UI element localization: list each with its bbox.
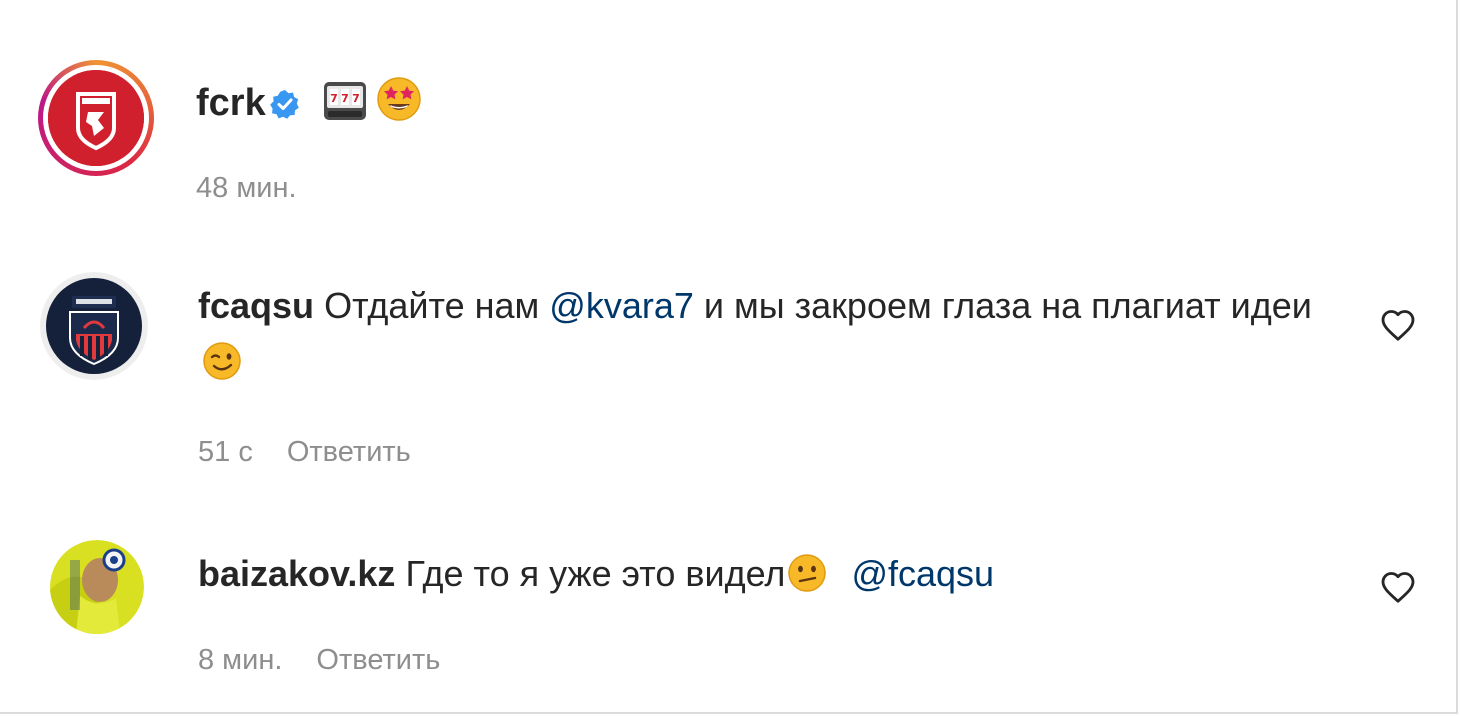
mention-link[interactable]: @fcaqsu [851,553,994,594]
caption-username[interactable]: fcrk [196,82,266,124]
star-struck-emoji [376,76,422,133]
comment-username[interactable]: baizakov.kz [198,553,395,594]
mention-link[interactable]: @kvara7 [549,285,694,326]
avatar-fcrk [48,70,144,166]
baizakov-avatar-icon [50,540,144,634]
slot-machine-emoji: 777 [322,80,368,133]
like-button[interactable] [1380,308,1416,342]
comment-meta: 8 мин. Ответить [198,644,440,677]
reply-button[interactable]: Ответить [316,644,440,676]
comment-text: baizakov.kz Где то я уже это видел @fcaq… [198,546,1328,609]
comment-username[interactable]: fcaqsu [198,285,314,326]
svg-text:7: 7 [330,92,338,105]
comment-meta: 51 с Ответить [198,436,411,469]
confused-face-emoji [787,553,827,609]
comment-timestamp: 8 мин. [198,644,283,676]
winking-face-emoji [202,341,242,397]
story-ring[interactable] [38,60,154,176]
comment-text: fcaqsu Отдайте нам @kvara7 и мы закроем … [198,278,1328,397]
avatar-fcaqsu[interactable] [40,272,148,380]
verified-badge-icon [269,84,300,130]
like-button[interactable] [1380,570,1416,604]
comment-message: Отдайте нам [324,285,540,326]
comment-timestamp: 51 с [198,436,253,468]
avatar-baizakov[interactable] [50,540,144,634]
svg-text:7: 7 [341,92,349,105]
reply-button[interactable]: Ответить [287,436,411,468]
caption-timestamp: 48 мин. [196,172,297,204]
heart-outline-icon [1381,572,1415,603]
comment-message: Где то я уже это видел [405,553,786,594]
fcaqsu-logo-icon [40,272,148,380]
heart-outline-icon [1381,310,1415,341]
fcrk-logo-icon [48,70,144,166]
comment-message-continued: и мы закроем глаза на плагиат идеи [703,285,1312,326]
svg-text:7: 7 [352,92,360,105]
